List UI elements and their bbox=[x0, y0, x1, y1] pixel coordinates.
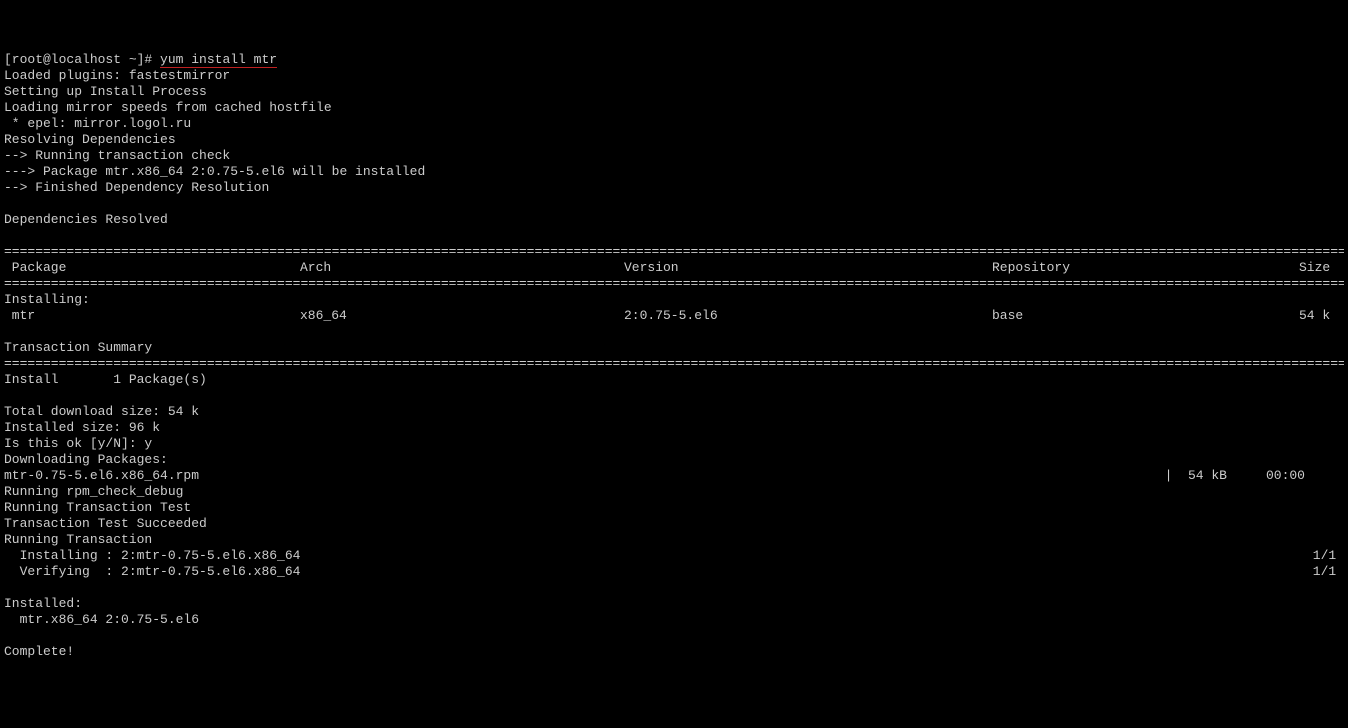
output-line: Downloading Packages: bbox=[4, 452, 168, 467]
download-progress-line: mtr-0.75-5.el6.x86_64.rpm| 54 kB 00:00 bbox=[4, 468, 1344, 484]
output-line: Resolving Dependencies bbox=[4, 132, 176, 147]
header-version: Version bbox=[624, 260, 992, 276]
divider-line: ========================================… bbox=[4, 276, 1344, 292]
output-line: mtr.x86_64 2:0.75-5.el6 bbox=[4, 612, 199, 627]
tx-summary-header: Transaction Summary bbox=[4, 340, 152, 355]
output-line: Complete! bbox=[4, 644, 74, 659]
output-line: Running rpm_check_debug bbox=[4, 484, 183, 499]
output-line: Transaction Test Succeeded bbox=[4, 516, 207, 531]
cell-size: 54 k bbox=[1252, 308, 1344, 324]
output-line: Running Transaction bbox=[4, 532, 152, 547]
header-arch: Arch bbox=[300, 260, 624, 276]
cell-version: 2:0.75-5.el6 bbox=[624, 308, 992, 324]
output-line: Installed: bbox=[4, 596, 82, 611]
cell-repo: base bbox=[992, 308, 1252, 324]
output-line: ---> Package mtr.x86_64 2:0.75-5.el6 wil… bbox=[4, 164, 425, 179]
verifying-progress-line: Verifying : 2:mtr-0.75-5.el6.x86_641/1 bbox=[4, 564, 1344, 580]
output-line: Installed size: 96 k bbox=[4, 420, 160, 435]
installing-count: 1/1 bbox=[1313, 548, 1344, 564]
output-line: Dependencies Resolved bbox=[4, 212, 168, 227]
header-repo: Repository bbox=[992, 260, 1252, 276]
verifying-label: Verifying : 2:mtr-0.75-5.el6.x86_64 bbox=[4, 564, 1313, 580]
divider-line: ========================================… bbox=[4, 244, 1344, 260]
table-row: mtrx86_642:0.75-5.el6base54 k bbox=[4, 308, 1344, 324]
prompt: [root@localhost ~]# bbox=[4, 52, 160, 67]
cell-arch: x86_64 bbox=[300, 308, 624, 324]
installing-label: Installing : 2:mtr-0.75-5.el6.x86_64 bbox=[4, 548, 1313, 564]
header-size: Size bbox=[1252, 260, 1344, 276]
output-line: Loaded plugins: fastestmirror bbox=[4, 68, 230, 83]
divider-line: ========================================… bbox=[4, 356, 1344, 372]
output-line: --> Finished Dependency Resolution bbox=[4, 180, 269, 195]
installing-header: Installing: bbox=[4, 292, 90, 307]
output-line: * epel: mirror.logol.ru bbox=[4, 116, 191, 131]
download-filename: mtr-0.75-5.el6.x86_64.rpm bbox=[4, 468, 1165, 484]
install-count: Install 1 Package(s) bbox=[4, 372, 207, 387]
table-header-row: PackageArchVersionRepositorySize bbox=[4, 260, 1344, 276]
output-line: Total download size: 54 k bbox=[4, 404, 199, 419]
output-line: Is this ok [y/N]: y bbox=[4, 436, 152, 451]
cell-package: mtr bbox=[4, 308, 300, 324]
command-text: yum install mtr bbox=[160, 52, 277, 68]
output-line: Loading mirror speeds from cached hostfi… bbox=[4, 100, 332, 115]
output-line: Setting up Install Process bbox=[4, 84, 207, 99]
terminal-output[interactable]: [root@localhost ~]# yum install mtr Load… bbox=[4, 52, 1344, 660]
verifying-count: 1/1 bbox=[1313, 564, 1344, 580]
output-line: Running Transaction Test bbox=[4, 500, 191, 515]
output-line: --> Running transaction check bbox=[4, 148, 230, 163]
installing-progress-line: Installing : 2:mtr-0.75-5.el6.x86_641/1 bbox=[4, 548, 1344, 564]
download-stats: | 54 kB 00:00 bbox=[1165, 468, 1344, 484]
header-package: Package bbox=[4, 260, 300, 276]
